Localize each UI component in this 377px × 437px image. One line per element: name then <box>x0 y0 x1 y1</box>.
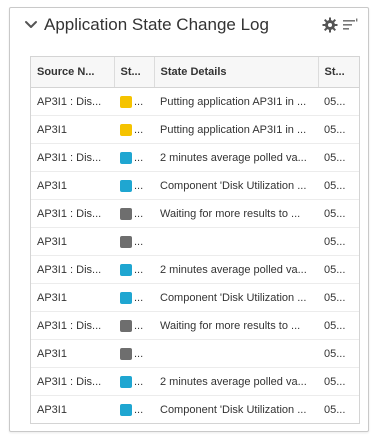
state-color-swatch <box>120 207 132 220</box>
source-name-cell: AP3I1 <box>31 115 114 144</box>
state-label: ... <box>134 179 144 192</box>
state-time-cell: 05... <box>324 403 346 416</box>
state-details-cell <box>154 339 318 368</box>
source-name-cell: AP3I1 <box>31 283 114 312</box>
source-name-cell: AP3I1 : Dis... <box>31 87 114 116</box>
state-color-swatch <box>120 151 132 164</box>
state-details-cell: Putting application AP3I1 in ... <box>154 115 318 144</box>
state-time-cell: 05... <box>318 367 359 396</box>
state-details-cell: Component 'Disk Utilization ... <box>154 283 318 312</box>
state-details-cell: 2 minutes average polled va... <box>154 143 318 172</box>
table-row[interactable]: AP3I1... Component 'Disk Utilization ... 0… <box>31 396 359 424</box>
state-details-cell: Waiting for more results to ... <box>154 311 318 340</box>
state-cell: ... <box>114 143 154 172</box>
state-color-swatch <box>120 347 132 360</box>
panel-title: Application State Change Log <box>44 15 269 34</box>
state-details-cell: Putting application AP3I1 in ... <box>154 87 318 116</box>
state-change-log-panel: Application State Change Log Source N...… <box>9 7 369 432</box>
state-label: ... <box>134 347 144 360</box>
state-time-cell: 05... <box>318 115 359 144</box>
table-row[interactable]: AP3I1 : Dis...... Putting application AP3… <box>31 87 359 116</box>
state-cell: ... <box>114 171 154 200</box>
state-cell: ... <box>114 396 154 424</box>
state-details-cell: Component 'Disk Utilization ... <box>154 171 318 200</box>
state-time-cell: 05... <box>318 255 359 284</box>
source-name-cell: AP3I1 <box>31 339 114 368</box>
state-color-swatch <box>120 235 132 248</box>
state-time-cell: 05... <box>318 199 359 228</box>
chevron-down-icon[interactable] <box>22 17 40 33</box>
state-color-swatch <box>120 375 132 388</box>
table-row[interactable]: AP3I1... Component 'Disk Utilization ... 0… <box>31 171 359 200</box>
source-name-cell: AP3I1 <box>37 403 67 416</box>
table-row[interactable]: AP3I1... 05... <box>31 227 359 256</box>
panel-header: Application State Change Log <box>10 8 368 42</box>
table-row[interactable]: AP3I1 : Dis...... 2 minutes average polle… <box>31 143 359 172</box>
state-cell: ... <box>114 115 154 144</box>
state-color-swatch <box>120 263 132 276</box>
state-time-cell: 05... <box>318 283 359 312</box>
state-cell: ... <box>114 283 154 312</box>
state-time-cell: 05... <box>318 171 359 200</box>
state-color-swatch <box>120 319 132 332</box>
state-label: ... <box>134 151 144 164</box>
state-label: ... <box>134 235 144 248</box>
state-details-cell: 2 minutes average polled va... <box>154 367 318 396</box>
state-time-cell: 05... <box>318 339 359 368</box>
state-time-cell: 05... <box>318 87 359 116</box>
column-header-source-name[interactable]: Source N... <box>31 57 115 88</box>
state-label: ... <box>134 375 144 388</box>
state-color-swatch <box>120 123 132 136</box>
state-color-swatch <box>120 291 132 304</box>
table-header-row: Source N... St... State Details St... <box>31 57 359 88</box>
table-row[interactable]: AP3I1... Putting application AP3I1 in ...… <box>31 115 359 144</box>
state-label: ... <box>134 291 144 304</box>
source-name-cell: AP3I1 : Dis... <box>31 311 114 340</box>
state-details-cell: 2 minutes average polled va... <box>154 255 318 284</box>
state-color-swatch <box>120 179 132 192</box>
column-header-state-time[interactable]: St... <box>318 57 359 88</box>
source-name-cell: AP3I1 : Dis... <box>31 143 114 172</box>
gear-icon[interactable] <box>322 17 338 33</box>
source-name-cell: AP3I1 <box>31 227 114 256</box>
state-cell: ... <box>114 311 154 340</box>
state-cell: ... <box>114 87 154 116</box>
source-name-cell: AP3I1 : Dis... <box>31 367 114 396</box>
state-color-swatch <box>120 95 132 108</box>
state-log-table: Source N... St... State Details St... AP… <box>30 56 360 424</box>
menu-lines-icon[interactable] <box>342 18 358 32</box>
state-label: ... <box>134 207 144 220</box>
table-row[interactable]: AP3I1... Component 'Disk Utilization ... 0… <box>31 283 359 312</box>
state-cell: ... <box>114 227 154 256</box>
state-details-cell: Component 'Disk Utilization ... <box>160 403 307 416</box>
column-header-state[interactable]: St... <box>114 57 155 88</box>
table-row[interactable]: AP3I1 : Dis...... 2 minutes average polle… <box>31 367 359 396</box>
table-row[interactable]: AP3I1... 05... <box>31 339 359 368</box>
state-color-swatch <box>120 403 132 416</box>
table-row[interactable]: AP3I1 : Dis...... Waiting for more result… <box>31 311 359 340</box>
source-name-cell: AP3I1 : Dis... <box>31 199 114 228</box>
state-label: ... <box>134 403 144 416</box>
source-name-cell: AP3I1 <box>31 171 114 200</box>
state-cell: ... <box>114 255 154 284</box>
state-label: ... <box>134 263 144 276</box>
state-cell: ... <box>114 367 154 396</box>
state-time-cell: 05... <box>318 143 359 172</box>
state-details-cell: Waiting for more results to ... <box>154 199 318 228</box>
state-time-cell: 05... <box>318 311 359 340</box>
state-time-cell: 05... <box>318 227 359 256</box>
state-label: ... <box>134 95 144 108</box>
state-cell: ... <box>114 199 154 228</box>
column-header-state-details[interactable]: State Details <box>154 57 319 88</box>
state-label: ... <box>134 319 144 332</box>
source-name-cell: AP3I1 : Dis... <box>31 255 114 284</box>
state-label: ... <box>134 123 144 136</box>
table-row[interactable]: AP3I1 : Dis...... Waiting for more result… <box>31 199 359 228</box>
table-row[interactable]: AP3I1 : Dis...... 2 minutes average polle… <box>31 255 359 284</box>
state-details-cell <box>154 227 318 256</box>
state-cell: ... <box>114 339 154 368</box>
